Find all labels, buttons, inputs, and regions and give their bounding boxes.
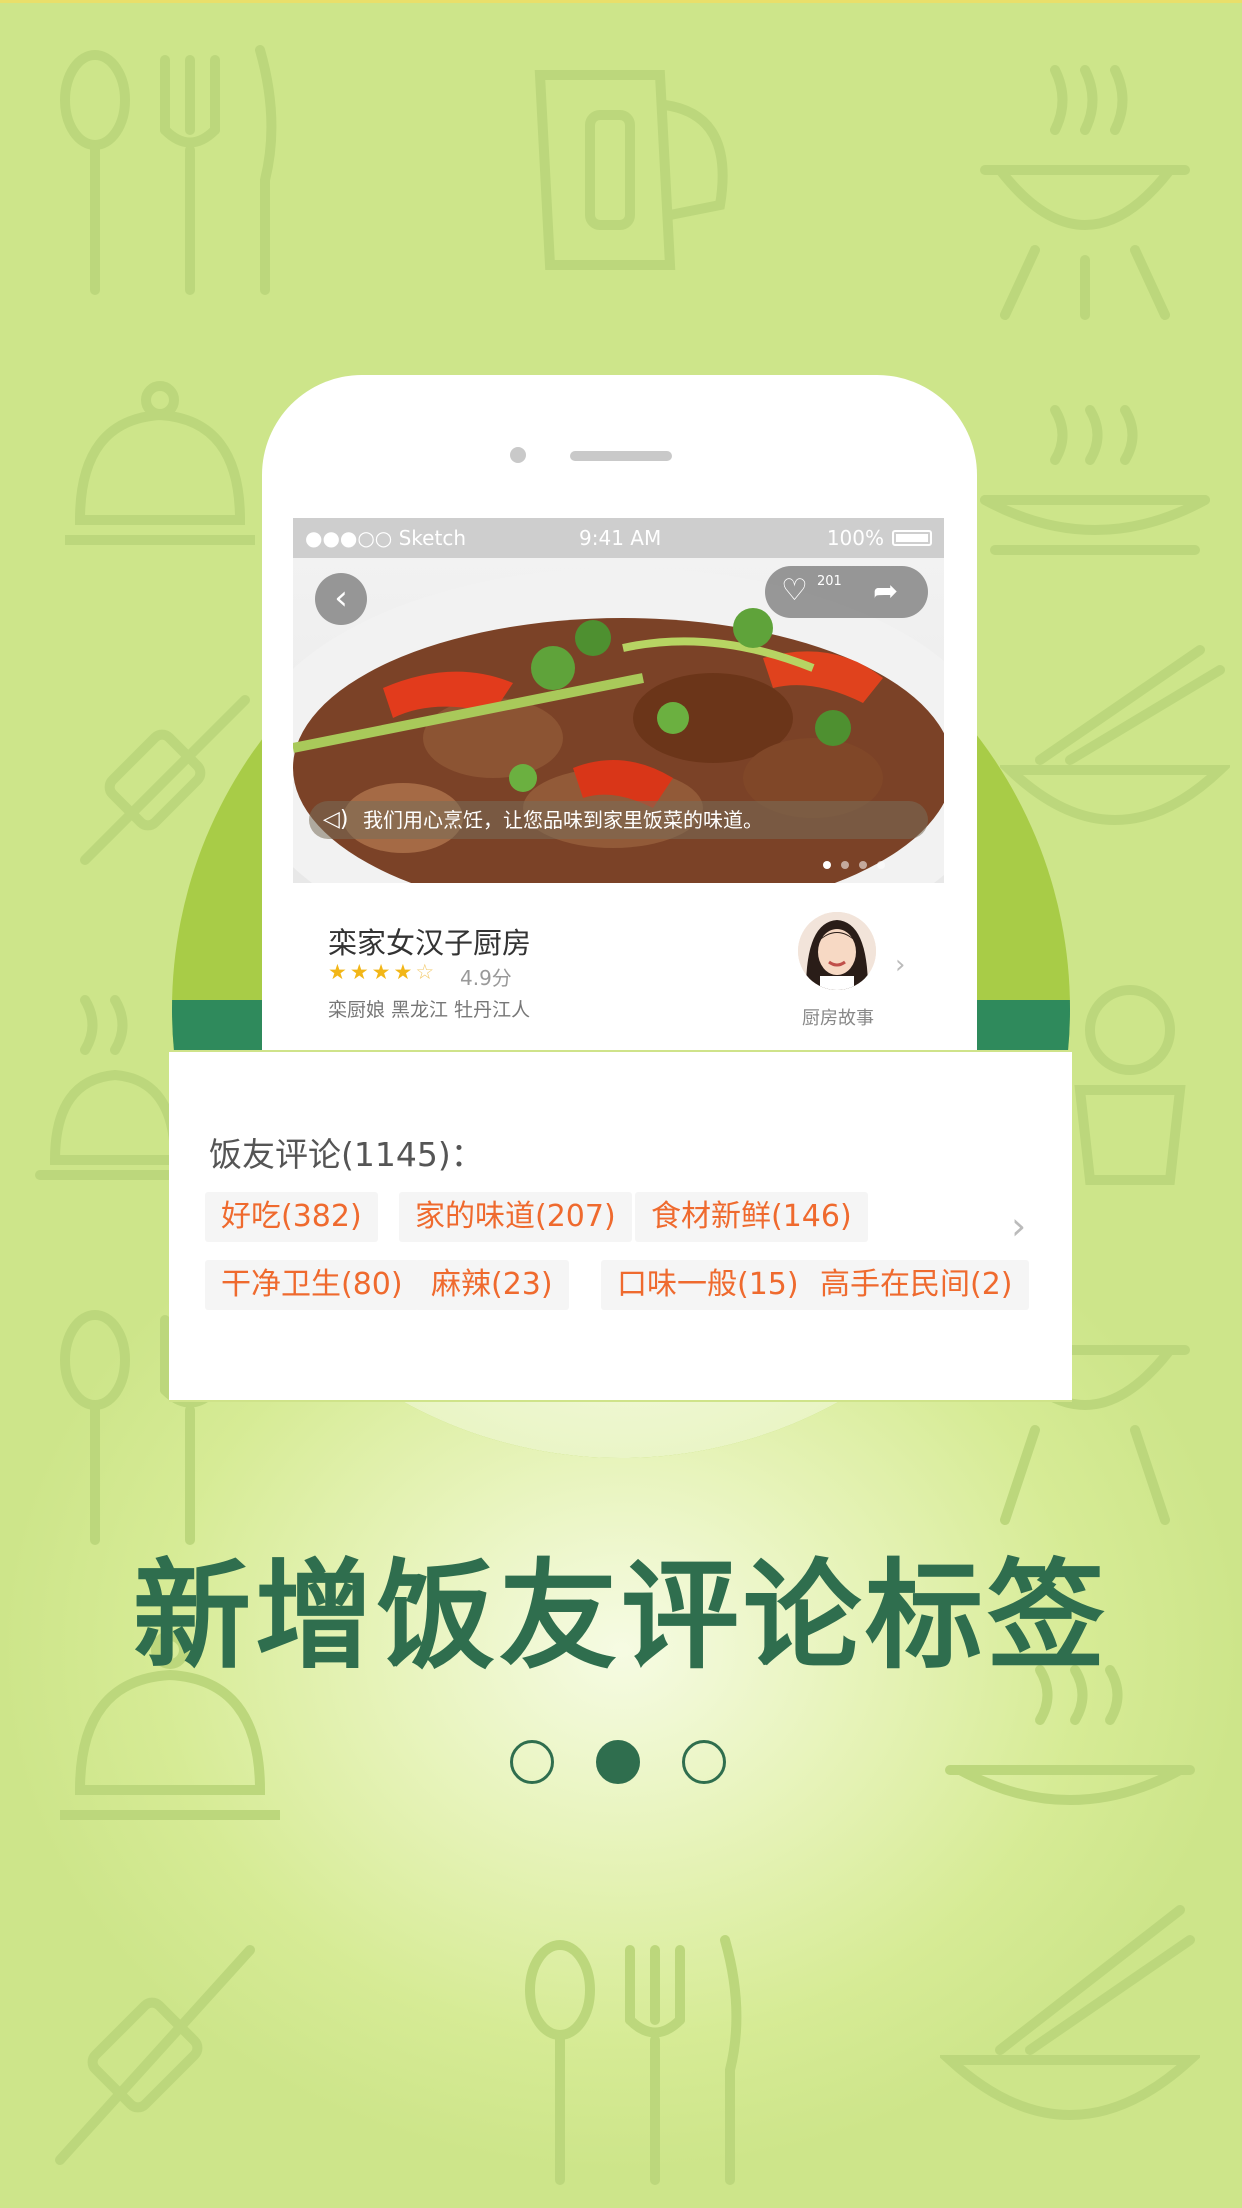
back-button[interactable]: ‹ bbox=[315, 573, 367, 625]
review-tag[interactable]: 口味一般(15) bbox=[601, 1260, 815, 1310]
feature-headline: 新增饭友评论标签 bbox=[132, 1547, 1109, 1685]
photo-pager-dot[interactable] bbox=[859, 861, 867, 869]
page-dot-2[interactable] bbox=[596, 1740, 640, 1784]
review-title: 饭友评论(1145)： bbox=[209, 1135, 484, 1174]
restaurant-name: 栾家女汉子厨房 bbox=[328, 926, 532, 960]
carrier-label: ●●●○○ Sketch bbox=[305, 526, 466, 550]
cloche-icon bbox=[60, 370, 260, 570]
chef-location: 栾厨娘 黑龙江 牡丹江人 bbox=[328, 999, 531, 1021]
stars-filled: ★★★★ bbox=[328, 960, 416, 984]
page-dot-1[interactable] bbox=[510, 1740, 554, 1784]
photo-pager-dot[interactable] bbox=[841, 861, 849, 869]
stars-empty: ☆ bbox=[415, 960, 438, 984]
status-bar: ●●●○○ Sketch 9:41 AM 100% bbox=[293, 518, 944, 558]
kitchen-story-link[interactable]: 厨房故事 bbox=[802, 1004, 874, 1030]
spoon-fork-knife-icon bbox=[55, 40, 285, 300]
top-line bbox=[0, 0, 1242, 3]
soup-bowl-icon bbox=[975, 400, 1215, 570]
speaker-icon: ◁) bbox=[323, 807, 349, 832]
photo-pager-dot[interactable] bbox=[877, 861, 885, 869]
action-pill: ♡ 201 ➦ bbox=[765, 566, 928, 618]
review-tag[interactable]: 高手在民间(2) bbox=[804, 1260, 1029, 1310]
rating-score: 4.9分 bbox=[460, 966, 512, 990]
rolling-pin-icon bbox=[40, 1920, 270, 2180]
chevron-left-icon: ‹ bbox=[334, 578, 348, 618]
review-tag[interactable]: 麻辣(23) bbox=[415, 1260, 569, 1310]
chevron-right-icon[interactable]: › bbox=[1011, 1204, 1026, 1248]
review-tag[interactable]: 家的味道(207) bbox=[399, 1192, 632, 1242]
photo-pager-dot[interactable] bbox=[823, 861, 831, 869]
review-tag[interactable]: 好吃(382) bbox=[205, 1192, 378, 1242]
star-rating: ★★★★☆ bbox=[328, 960, 437, 984]
clock-label: 9:41 AM bbox=[579, 526, 662, 550]
like-count: 201 bbox=[817, 574, 842, 589]
battery-icon bbox=[892, 530, 932, 546]
dish-photo[interactable]: ●●●○○ Sketch 9:41 AM 100% ‹ ♡ 201 ➦ ◁) 我… bbox=[293, 518, 944, 883]
spoon-fork-knife-icon bbox=[520, 1930, 750, 2190]
review-tag[interactable]: 干净卫生(80) bbox=[205, 1260, 419, 1310]
photo-pager bbox=[823, 854, 895, 873]
page-dot-3[interactable] bbox=[682, 1740, 726, 1784]
phone-camera bbox=[510, 447, 526, 463]
battery-label: 100% bbox=[826, 526, 884, 550]
caption-bar: ◁) 我们用心烹饪，让您品味到家里饭菜的味道。 bbox=[309, 801, 928, 839]
chevron-right-icon[interactable]: › bbox=[895, 950, 905, 980]
phone-speaker bbox=[570, 451, 672, 461]
noodle-bowl-icon bbox=[1000, 640, 1230, 860]
share-icon[interactable]: ➦ bbox=[873, 574, 898, 609]
kettle-icon bbox=[1060, 970, 1220, 1190]
heart-icon[interactable]: ♡ bbox=[781, 576, 808, 606]
caption-text: 我们用心烹饪，让您品味到家里饭菜的味道。 bbox=[363, 808, 763, 832]
grill-icon bbox=[975, 60, 1195, 320]
kettle-icon bbox=[520, 55, 750, 285]
review-card: 饭友评论(1145)： 好吃(382) 家的味道(207) 食材新鲜(146) … bbox=[169, 1050, 1072, 1402]
chef-avatar[interactable] bbox=[798, 912, 876, 990]
review-tag[interactable]: 食材新鲜(146) bbox=[635, 1192, 868, 1242]
noodle-bowl-icon bbox=[940, 1900, 1200, 2160]
